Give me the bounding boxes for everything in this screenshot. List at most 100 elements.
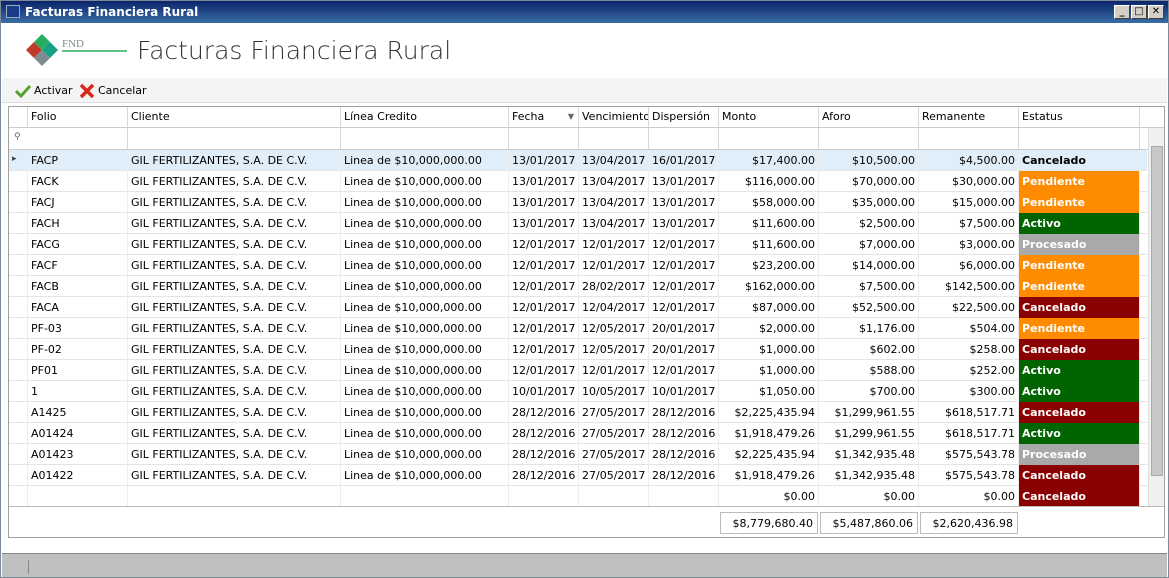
cell-venc[interactable]: 27/05/2017 — [579, 465, 649, 486]
cell-fecha[interactable]: 28/12/2016 — [509, 444, 579, 465]
cell-venc[interactable]: 10/05/2017 — [579, 381, 649, 402]
row-indicator[interactable] — [9, 381, 28, 402]
cell-fecha[interactable]: 13/01/2017 — [509, 150, 579, 171]
cell-linea[interactable]: Linea de $10,000,000.00 — [341, 423, 509, 444]
cell-rem[interactable]: $7,500.00 — [919, 213, 1019, 234]
cell-monto[interactable]: $17,400.00 — [719, 150, 819, 171]
column-header-vencimiento[interactable]: Vencimiento — [579, 107, 649, 127]
table-row[interactable]: FACJ GIL FERTILIZANTES, S.A. DE C.V. Linea… — [9, 192, 1147, 213]
column-header-fecha[interactable]: Fecha ▼ — [509, 107, 579, 127]
cell-monto[interactable]: $1,000.00 — [719, 360, 819, 381]
row-indicator[interactable] — [9, 339, 28, 360]
cell-linea[interactable]: Linea de $10,000,000.00 — [341, 213, 509, 234]
cell-rem[interactable]: $30,000.00 — [919, 171, 1019, 192]
cell-cliente[interactable]: GIL FERTILIZANTES, S.A. DE C.V. — [128, 192, 341, 213]
cell-fecha[interactable]: 13/01/2017 — [509, 171, 579, 192]
cell-aforo[interactable]: $70,000.00 — [819, 171, 919, 192]
cell-fecha[interactable]: 12/01/2017 — [509, 339, 579, 360]
filter-cell[interactable] — [128, 128, 341, 149]
table-row[interactable]: FACK GIL FERTILIZANTES, S.A. DE C.V. Linea… — [9, 171, 1147, 192]
cell-folio[interactable]: 1 — [28, 381, 128, 402]
cell-folio[interactable]: FACF — [28, 255, 128, 276]
cell-venc[interactable]: 27/05/2017 — [579, 423, 649, 444]
cell-estatus[interactable]: Pendiente — [1019, 276, 1140, 297]
cell-venc[interactable]: 13/04/2017 — [579, 171, 649, 192]
cell-venc[interactable]: 13/04/2017 — [579, 150, 649, 171]
cell-monto[interactable]: $2,225,435.94 — [719, 444, 819, 465]
cell-monto[interactable]: $0.00 — [719, 486, 819, 507]
cell-venc[interactable]: 13/04/2017 — [579, 213, 649, 234]
table-row[interactable]: A1425 GIL FERTILIZANTES, S.A. DE C.V. Line… — [9, 402, 1147, 423]
cell-aforo[interactable]: $10,500.00 — [819, 150, 919, 171]
row-indicator[interactable] — [9, 486, 28, 507]
cell-venc[interactable]: 27/05/2017 — [579, 444, 649, 465]
cell-monto[interactable]: $23,200.00 — [719, 255, 819, 276]
cell-cliente[interactable]: GIL FERTILIZANTES, S.A. DE C.V. — [128, 360, 341, 381]
cell-monto[interactable]: $162,000.00 — [719, 276, 819, 297]
cell-aforo[interactable]: $1,299,961.55 — [819, 423, 919, 444]
cell-monto[interactable]: $1,000.00 — [719, 339, 819, 360]
cell-aforo[interactable]: $14,000.00 — [819, 255, 919, 276]
cell-folio[interactable]: A01422 — [28, 465, 128, 486]
row-indicator[interactable] — [9, 444, 28, 465]
cell-monto[interactable]: $1,050.00 — [719, 381, 819, 402]
cell-folio[interactable]: PF-02 — [28, 339, 128, 360]
cell-folio[interactable]: FACP — [28, 150, 128, 171]
cell-linea[interactable]: Linea de $10,000,000.00 — [341, 402, 509, 423]
cancel-button[interactable]: Cancelar — [79, 82, 147, 99]
cell-linea[interactable]: Linea de $10,000,000.00 — [341, 318, 509, 339]
cell-aforo[interactable]: $588.00 — [819, 360, 919, 381]
cell-folio[interactable]: PF01 — [28, 360, 128, 381]
filter-cell[interactable] — [649, 128, 719, 149]
cell-aforo[interactable]: $1,342,935.48 — [819, 444, 919, 465]
cell-rem[interactable]: $618,517.71 — [919, 423, 1019, 444]
column-header-estatus[interactable]: Estatus — [1019, 107, 1140, 127]
cell-fecha[interactable] — [509, 486, 579, 507]
filter-cell[interactable] — [719, 128, 819, 149]
cell-estatus[interactable]: Activo — [1019, 213, 1140, 234]
cell-venc[interactable]: 12/01/2017 — [579, 234, 649, 255]
table-row[interactable]: PF01 GIL FERTILIZANTES, S.A. DE C.V. Linea… — [9, 360, 1147, 381]
cell-folio[interactable]: FACK — [28, 171, 128, 192]
cell-aforo[interactable]: $1,342,935.48 — [819, 465, 919, 486]
cell-venc[interactable]: 13/04/2017 — [579, 192, 649, 213]
table-row[interactable]: A01423 GIL FERTILIZANTES, S.A. DE C.V. Lin… — [9, 444, 1147, 465]
filter-cell[interactable] — [341, 128, 509, 149]
cell-rem[interactable]: $3,000.00 — [919, 234, 1019, 255]
cell-disp[interactable]: 13/01/2017 — [649, 213, 719, 234]
scroll-thumb[interactable] — [1151, 146, 1163, 476]
cell-cliente[interactable]: GIL FERTILIZANTES, S.A. DE C.V. — [128, 423, 341, 444]
cell-aforo[interactable]: $52,500.00 — [819, 297, 919, 318]
cell-estatus[interactable]: Pendiente — [1019, 318, 1140, 339]
cell-linea[interactable]: Linea de $10,000,000.00 — [341, 255, 509, 276]
cell-disp[interactable] — [649, 486, 719, 507]
cell-disp[interactable]: 28/12/2016 — [649, 444, 719, 465]
column-header-monto[interactable]: Monto — [719, 107, 819, 127]
table-row[interactable]: PF-02 GIL FERTILIZANTES, S.A. DE C.V. Line… — [9, 339, 1147, 360]
cell-rem[interactable]: $300.00 — [919, 381, 1019, 402]
cell-linea[interactable]: Linea de $10,000,000.00 — [341, 150, 509, 171]
cell-rem[interactable]: $252.00 — [919, 360, 1019, 381]
cell-disp[interactable]: 12/01/2017 — [649, 255, 719, 276]
cell-rem[interactable]: $6,000.00 — [919, 255, 1019, 276]
close-button[interactable]: ✕ — [1148, 5, 1164, 19]
cell-rem[interactable]: $22,500.00 — [919, 297, 1019, 318]
row-indicator[interactable] — [9, 171, 28, 192]
column-header-linea[interactable]: Línea Credito — [341, 107, 509, 127]
cell-fecha[interactable]: 28/12/2016 — [509, 423, 579, 444]
cell-folio[interactable]: FACA — [28, 297, 128, 318]
cell-estatus[interactable]: Pendiente — [1019, 171, 1140, 192]
cell-disp[interactable]: 28/12/2016 — [649, 423, 719, 444]
row-indicator[interactable] — [9, 423, 28, 444]
cell-rem[interactable]: $142,500.00 — [919, 276, 1019, 297]
table-row[interactable]: FACG GIL FERTILIZANTES, S.A. DE C.V. Linea… — [9, 234, 1147, 255]
column-header-remanente[interactable]: Remanente — [919, 107, 1019, 127]
cell-aforo[interactable]: $1,176.00 — [819, 318, 919, 339]
cell-aforo[interactable]: $35,000.00 — [819, 192, 919, 213]
cell-folio[interactable]: PF-03 — [28, 318, 128, 339]
table-row[interactable]: ▸ FACP GIL FERTILIZANTES, S.A. DE C.V. Line… — [9, 150, 1147, 171]
cell-aforo[interactable]: $7,500.00 — [819, 276, 919, 297]
cell-disp[interactable]: 20/01/2017 — [649, 318, 719, 339]
row-indicator[interactable] — [9, 297, 28, 318]
cell-disp[interactable]: 13/01/2017 — [649, 171, 719, 192]
